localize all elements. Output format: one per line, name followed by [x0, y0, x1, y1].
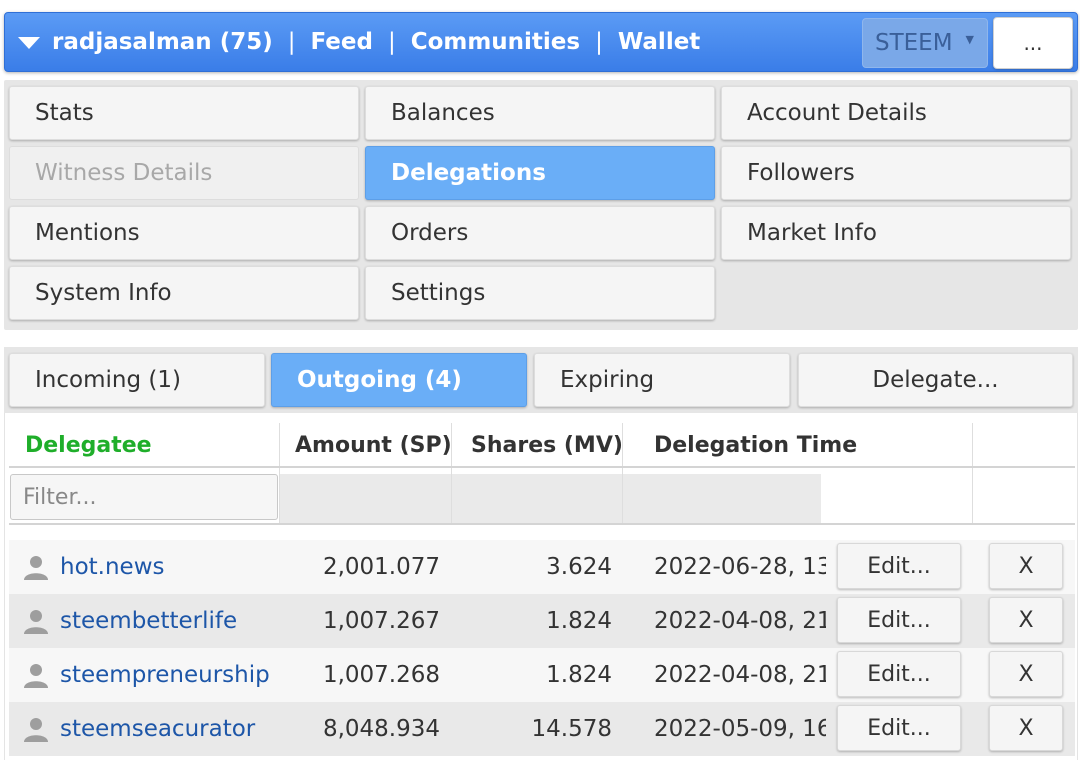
remove-button[interactable]: X	[989, 705, 1063, 751]
shares-cell: 3.624	[546, 554, 612, 580]
menu-system-info-button[interactable]: System Info	[9, 266, 359, 320]
top-bar: radjasalman (75) | Feed | Communities | …	[4, 12, 1078, 72]
delegations-table: Delegatee Amount (SP) Shares (MV) Delega…	[4, 413, 1078, 760]
communities-link[interactable]: Communities	[411, 29, 580, 55]
column-header-amount[interactable]: Amount (SP)	[279, 423, 452, 467]
account-link[interactable]: radjasalman (75)	[52, 29, 273, 55]
nav-separator: |	[287, 29, 296, 55]
amount-cell: 1,007.267	[322, 608, 440, 634]
remove-button[interactable]: X	[989, 651, 1063, 697]
delegation-time-cell: 2022-04-08, 21:	[654, 662, 826, 688]
menu-orders-button[interactable]: Orders	[365, 206, 715, 260]
dropdown-arrow-icon: ▼	[965, 33, 974, 46]
delegatee-link[interactable]: steemseacurator	[60, 702, 255, 756]
table-row: steempreneurship 1,007.268 1.824 2022-04…	[9, 648, 1075, 702]
user-icon	[24, 610, 48, 634]
delegation-tabs: Incoming (1) Outgoing (4) Expiring Deleg…	[4, 347, 1078, 413]
column-divider	[972, 423, 973, 525]
more-button[interactable]: ...	[993, 17, 1073, 69]
menu-mentions-button[interactable]: Mentions	[9, 206, 359, 260]
shares-cell: 14.578	[531, 716, 612, 742]
menu-delegations-button[interactable]: Delegations	[365, 146, 715, 200]
delegatee-link[interactable]: steembetterlife	[60, 594, 237, 648]
menu-balances-button[interactable]: Balances	[365, 86, 715, 140]
filter-divider	[9, 523, 1075, 525]
filter-cell	[452, 474, 622, 524]
user-icon	[24, 664, 48, 688]
delegatee-link[interactable]: hot.news	[60, 540, 165, 594]
menu-market-info-button[interactable]: Market Info	[721, 206, 1071, 260]
caret-down-icon[interactable]	[18, 37, 40, 49]
column-header-delegatee[interactable]: Delegatee	[9, 423, 279, 467]
delegate-button[interactable]: Delegate...	[798, 353, 1073, 407]
table-row: steemseacurator 8,048.934 14.578 2022-05…	[9, 702, 1075, 756]
column-header-delegation-time[interactable]: Delegation Time	[638, 423, 968, 467]
table-row: steembetterlife 1,007.267 1.824 2022-04-…	[9, 594, 1075, 648]
user-icon	[24, 718, 48, 742]
edit-button[interactable]: Edit...	[837, 705, 961, 751]
top-nav: radjasalman (75) | Feed | Communities | …	[52, 27, 700, 57]
menu-witness-details-button: Witness Details	[9, 146, 359, 200]
wallet-link[interactable]: Wallet	[618, 29, 700, 55]
menu-settings-button[interactable]: Settings	[365, 266, 715, 320]
currency-select[interactable]: STEEM ▼	[862, 18, 988, 68]
amount-cell: 8,048.934	[322, 716, 440, 742]
delegation-time-cell: 2022-05-09, 16:	[654, 716, 826, 742]
menu-stats-button[interactable]: Stats	[9, 86, 359, 140]
tab-outgoing[interactable]: Outgoing (4)	[271, 353, 527, 407]
tab-incoming[interactable]: Incoming (1)	[9, 353, 265, 407]
feed-link[interactable]: Feed	[310, 29, 372, 55]
user-icon	[24, 556, 48, 580]
currency-select-value: STEEM	[875, 30, 953, 56]
header-divider	[9, 466, 1075, 468]
remove-button[interactable]: X	[989, 543, 1063, 589]
filter-cell	[623, 474, 821, 524]
edit-button[interactable]: Edit...	[837, 597, 961, 643]
nav-separator: |	[387, 29, 396, 55]
delegation-time-cell: 2022-06-28, 13:	[654, 554, 826, 580]
menu-panel: Stats Balances Account Details Witness D…	[4, 80, 1078, 330]
column-header-shares[interactable]: Shares (MV)	[455, 423, 625, 467]
menu-followers-button[interactable]: Followers	[721, 146, 1071, 200]
filter-input[interactable]	[10, 474, 278, 520]
filter-cell	[280, 474, 451, 524]
remove-button[interactable]: X	[989, 597, 1063, 643]
shares-cell: 1.824	[546, 662, 612, 688]
menu-account-details-button[interactable]: Account Details	[721, 86, 1071, 140]
amount-cell: 1,007.268	[322, 662, 440, 688]
tab-expiring[interactable]: Expiring	[534, 353, 790, 407]
shares-cell: 1.824	[546, 608, 612, 634]
nav-separator: |	[595, 29, 603, 55]
edit-button[interactable]: Edit...	[837, 651, 961, 697]
delegation-time-cell: 2022-04-08, 21:	[654, 608, 826, 634]
table-row: hot.news 2,001.077 3.624 2022-06-28, 13:…	[9, 540, 1075, 594]
edit-button[interactable]: Edit...	[837, 543, 961, 589]
amount-cell: 2,001.077	[322, 554, 440, 580]
delegatee-link[interactable]: steempreneurship	[60, 648, 270, 702]
